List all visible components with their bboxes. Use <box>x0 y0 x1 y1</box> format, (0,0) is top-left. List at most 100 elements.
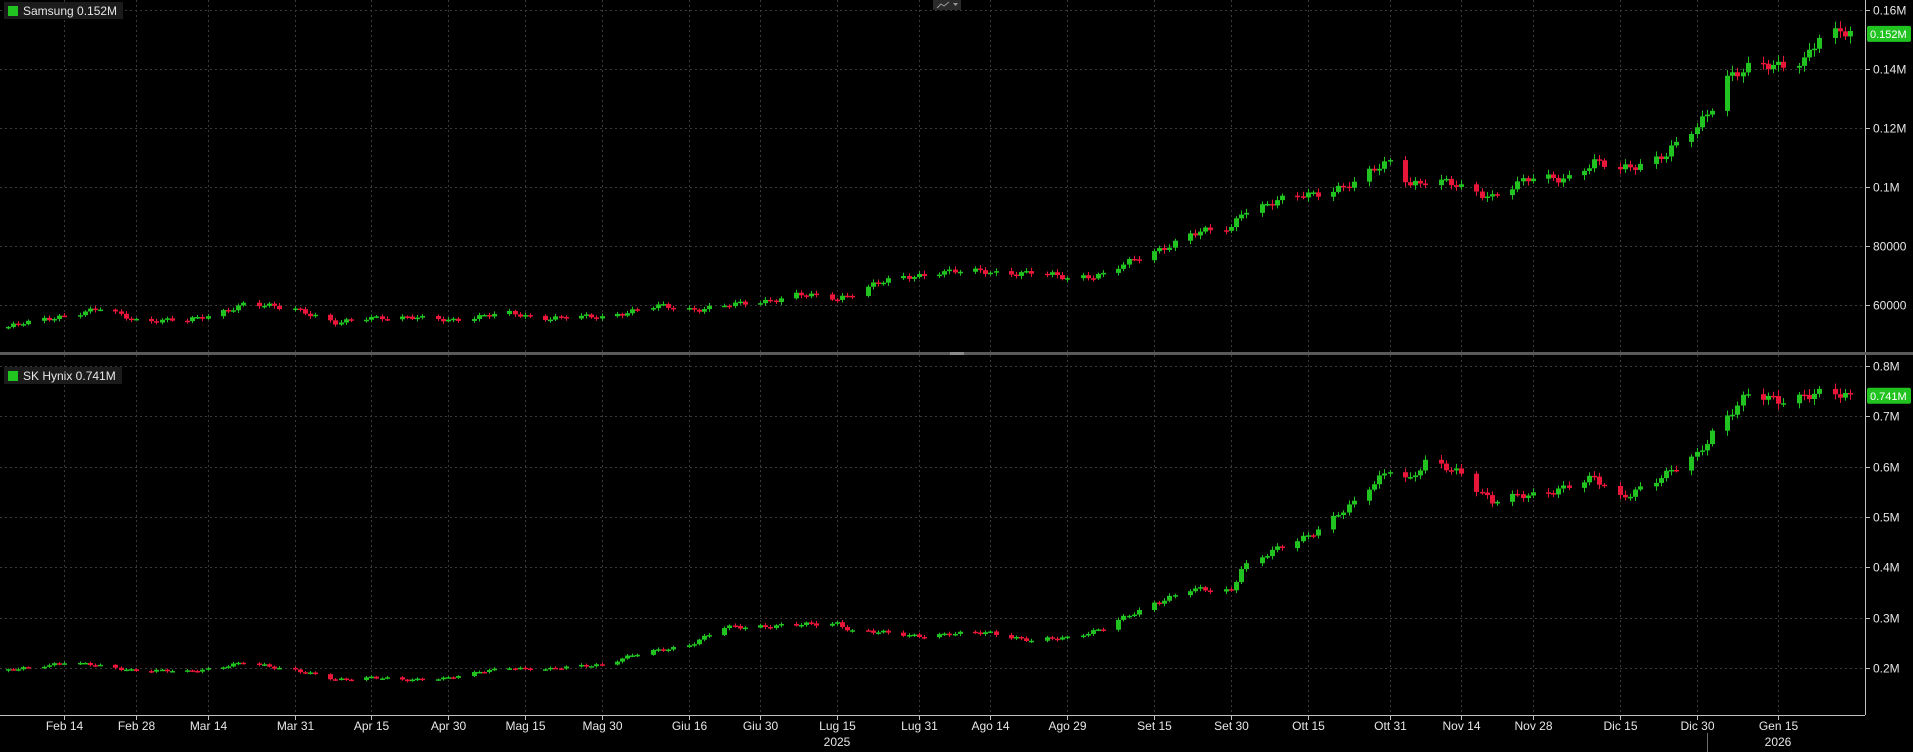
candle-body <box>1567 485 1572 488</box>
y-tick-label: 0.3M <box>1873 612 1900 626</box>
candle-series-samsung <box>6 21 1853 330</box>
candle-body <box>1060 275 1065 280</box>
candle-body <box>994 271 999 273</box>
candle-body <box>774 625 779 628</box>
candle-body <box>1009 634 1014 639</box>
candle-body <box>1654 156 1659 164</box>
x-tick-label: Mag 15 <box>505 719 545 733</box>
x-tick-label: Dic 15 <box>1603 719 1637 733</box>
candle-body <box>917 274 922 278</box>
candle-body <box>472 671 477 677</box>
last-price-label: 0.152M <box>1870 29 1907 41</box>
candle-body <box>1812 393 1817 400</box>
candle-body <box>1480 491 1485 494</box>
candle-body <box>124 313 129 319</box>
candle-body <box>134 669 139 672</box>
candle-body <box>1224 230 1229 232</box>
candle-body <box>1418 470 1423 476</box>
candle-body <box>1418 180 1423 184</box>
candle-body <box>1838 394 1843 398</box>
candle-body <box>1531 178 1536 182</box>
candle-body <box>436 315 441 320</box>
candle-body <box>937 274 942 277</box>
candle-body <box>374 316 379 318</box>
candle-body <box>1239 214 1244 219</box>
candle-body <box>559 668 564 670</box>
candle-body <box>6 669 11 671</box>
candle-body <box>1055 272 1060 276</box>
candle-body <box>1546 174 1551 179</box>
candle-body <box>1301 196 1306 198</box>
x-tick-label: Mar 14 <box>190 719 228 733</box>
candle-body <box>994 631 999 635</box>
candle-body <box>1382 473 1387 476</box>
candle-body <box>850 630 855 632</box>
candle-body <box>1029 640 1034 643</box>
x-tick-label: Lug 31 <box>901 719 938 733</box>
candle-body <box>1193 588 1198 592</box>
candle-body <box>1173 240 1178 248</box>
candle-body <box>1490 495 1495 504</box>
candle-body <box>804 295 809 297</box>
candle-body <box>98 664 103 667</box>
candle-body <box>1561 485 1566 489</box>
candle-body <box>1797 394 1802 404</box>
candle-body <box>313 672 318 675</box>
candle-body <box>1162 600 1167 604</box>
candle-body <box>687 308 692 310</box>
candle-body <box>835 299 840 302</box>
candle-body <box>1152 602 1157 610</box>
candle-body <box>907 276 912 279</box>
candle-body <box>1316 192 1321 197</box>
x-tick-label: Ago 29 <box>1048 719 1086 733</box>
candle-body <box>93 665 98 667</box>
candle-body <box>973 268 978 272</box>
legend-samsung[interactable]: Samsung 0.152M <box>4 2 124 19</box>
candle-body <box>1521 494 1526 499</box>
x-tick-label: Nov 14 <box>1442 719 1480 733</box>
candle-body <box>1260 204 1265 213</box>
candle-body <box>1771 64 1776 70</box>
candle-body <box>1198 587 1203 589</box>
candle-body <box>988 631 993 633</box>
candle-body <box>1065 636 1070 639</box>
candle-body <box>1423 183 1428 186</box>
candle-body <box>1229 227 1234 231</box>
candle-body <box>1776 396 1781 404</box>
candle-body <box>482 315 487 317</box>
candle-body <box>1081 635 1086 638</box>
candle-body <box>451 318 456 321</box>
candle-body <box>16 669 21 671</box>
candle-body <box>666 304 671 308</box>
candle-body <box>523 667 528 670</box>
candle-body <box>98 309 103 312</box>
candle-body <box>1019 636 1024 639</box>
candle-body <box>1710 430 1715 445</box>
candle-body <box>794 292 799 299</box>
legend-skhynix[interactable]: SK Hynix 0.741M <box>4 367 122 384</box>
candle-body <box>190 317 195 322</box>
candle-body <box>697 639 702 645</box>
candle-body <box>579 664 584 667</box>
candle-body <box>226 310 231 312</box>
candle-body <box>1439 459 1444 464</box>
candle-body <box>1510 189 1515 196</box>
candle-body <box>1628 164 1633 168</box>
candle-body <box>697 309 702 312</box>
candle-body <box>1746 394 1751 396</box>
candle-body <box>1372 168 1377 171</box>
candle-body <box>195 317 200 319</box>
candle-body <box>564 666 569 669</box>
candle-body <box>1121 264 1126 269</box>
candle-body <box>349 679 354 682</box>
candle-body <box>272 303 277 306</box>
legend-swatch-skhynix <box>8 370 18 381</box>
candle-body <box>1408 182 1413 186</box>
candle-body <box>1546 492 1551 494</box>
candle-body <box>1700 116 1705 128</box>
chart-type-button[interactable] <box>932 0 962 10</box>
candle-body <box>1265 204 1270 206</box>
candle-body <box>165 669 170 672</box>
candle-body <box>1295 195 1300 198</box>
candle-body <box>11 669 16 671</box>
